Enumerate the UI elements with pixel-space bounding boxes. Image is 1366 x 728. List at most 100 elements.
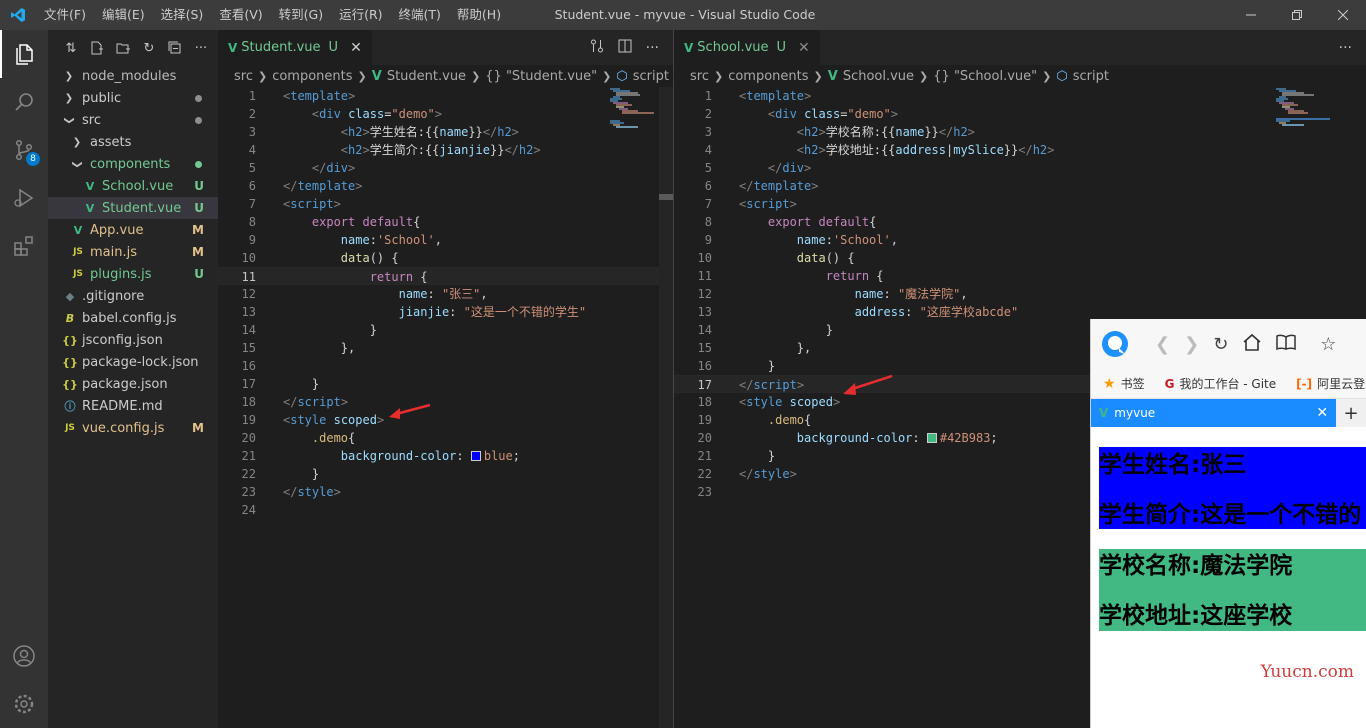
code-token: .demo bbox=[767, 413, 805, 427]
tree-folder-components[interactable]: ❯ components bbox=[48, 153, 218, 175]
more-actions-icon[interactable]: ··· bbox=[1339, 40, 1352, 56]
tree-file-app-vue[interactable]: V App.vue M bbox=[48, 219, 218, 241]
menu-edit[interactable]: 编辑(E) bbox=[94, 0, 153, 30]
js-file-icon: JS bbox=[73, 269, 83, 279]
browser-tab-myvue[interactable]: V myvue ✕ bbox=[1091, 399, 1337, 427]
code-token: "魔法学院" bbox=[897, 287, 961, 301]
new-tab-button[interactable]: + bbox=[1336, 399, 1366, 427]
split-editor-icon[interactable] bbox=[618, 39, 632, 57]
code-token: style bbox=[746, 395, 783, 409]
bookmark-item[interactable]: ★ 书签 bbox=[1103, 375, 1145, 392]
tree-file-plugins-js[interactable]: JS plugins.js U bbox=[48, 263, 218, 285]
close-tab-icon[interactable]: ✕ bbox=[798, 40, 810, 56]
tree-folder-src[interactable]: ❯ src bbox=[48, 109, 218, 131]
bookmark-label: 我的工作台 - Gite bbox=[1179, 377, 1277, 391]
color-swatch-icon[interactable] bbox=[470, 451, 481, 461]
tree-folder-assets[interactable]: ❯ assets bbox=[48, 131, 218, 153]
source-control-icon[interactable]: 8 bbox=[0, 126, 48, 174]
favorite-star-icon[interactable]: ☆ bbox=[1320, 334, 1336, 355]
close-window-button[interactable] bbox=[1320, 0, 1366, 30]
manage-gear-icon[interactable] bbox=[0, 680, 48, 728]
breadcrumb-item[interactable]: {} "Student.vue" bbox=[485, 69, 597, 84]
menu-help[interactable]: 帮助(H) bbox=[449, 0, 509, 30]
tree-folder-public[interactable]: ❯ public bbox=[48, 87, 218, 109]
title-bar: 文件(F) 编辑(E) 选择(S) 查看(V) 转到(G) 运行(R) 终端(T… bbox=[0, 0, 1366, 30]
more-actions-icon[interactable]: ··· bbox=[192, 39, 210, 57]
student-intro-heading: 学生简介:这是一个不错的 bbox=[1099, 502, 1362, 528]
code-token: h2 bbox=[518, 143, 534, 157]
breadcrumb-item[interactable]: script bbox=[1073, 69, 1109, 84]
chevron-down-icon: ❯ bbox=[71, 159, 83, 169]
run-debug-icon[interactable] bbox=[0, 174, 48, 222]
code-line: 15 }, bbox=[218, 339, 673, 357]
tree-file-babel-config[interactable]: B babel.config.js bbox=[48, 307, 218, 329]
tree-file-school-vue[interactable]: V School.vue U bbox=[48, 175, 218, 197]
editor-tabbar-left: V Student.vue U ✕ ··· bbox=[218, 30, 673, 65]
breadcrumb-item[interactable]: script bbox=[633, 69, 669, 84]
menu-bar: 文件(F) 编辑(E) 选择(S) 查看(V) 转到(G) 运行(R) 终端(T… bbox=[36, 0, 509, 30]
extensions-icon[interactable] bbox=[0, 222, 48, 270]
menu-selection[interactable]: 选择(S) bbox=[153, 0, 212, 30]
minimap-right[interactable] bbox=[1274, 87, 1334, 227]
back-icon[interactable]: ❮ bbox=[1155, 334, 1170, 355]
explorer-icon[interactable] bbox=[0, 30, 48, 78]
scrollbar-thumb[interactable] bbox=[659, 194, 673, 200]
tab-student-vue[interactable]: V Student.vue U ✕ bbox=[218, 30, 372, 65]
restore-button[interactable] bbox=[1274, 0, 1320, 30]
tree-file-vue-config[interactable]: JS vue.config.js M bbox=[48, 417, 218, 439]
bookmark-item[interactable]: G 我的工作台 - Gite bbox=[1165, 375, 1277, 392]
tree-file-main-js[interactable]: JS main.js M bbox=[48, 241, 218, 263]
code-line: 16 bbox=[218, 357, 673, 375]
bookmark-item[interactable]: [-] 阿里云登 bbox=[1296, 375, 1365, 392]
breadcrumb-item[interactable]: School.vue bbox=[843, 69, 914, 84]
menu-terminal[interactable]: 终端(T) bbox=[391, 0, 449, 30]
tree-file-package-lock[interactable]: {} package-lock.json bbox=[48, 351, 218, 373]
code-editor-left[interactable]: 1 <template> 2 <div class="demo"> 3 <h2>学… bbox=[218, 87, 673, 519]
collapse-all-icon[interactable] bbox=[166, 39, 184, 57]
menu-view[interactable]: 查看(V) bbox=[211, 0, 270, 30]
menu-go[interactable]: 转到(G) bbox=[271, 0, 331, 30]
home-icon[interactable] bbox=[1242, 333, 1262, 356]
code-token: export bbox=[767, 215, 812, 229]
breadcrumb-item[interactable]: components bbox=[728, 69, 808, 84]
menu-run[interactable]: 运行(R) bbox=[331, 0, 390, 30]
line-number: 3 bbox=[704, 125, 712, 139]
tree-file-package-json[interactable]: {} package.json bbox=[48, 373, 218, 395]
reload-icon[interactable]: ↻ bbox=[1213, 334, 1228, 355]
more-actions-icon[interactable]: ··· bbox=[646, 40, 659, 56]
new-folder-icon[interactable] bbox=[114, 39, 132, 57]
close-tab-icon[interactable]: ✕ bbox=[1316, 405, 1328, 421]
tree-folder-node-modules[interactable]: ❯ node_modules bbox=[48, 65, 218, 87]
breadcrumb-item[interactable]: src bbox=[690, 69, 709, 84]
breadcrumb-item[interactable]: src bbox=[234, 69, 253, 84]
refresh-icon[interactable]: ↻ bbox=[140, 39, 158, 57]
tree-file-jsconfig[interactable]: {} jsconfig.json bbox=[48, 329, 218, 351]
breadcrumb-left: src ❯ components ❯ V Student.vue ❯ {} "S… bbox=[218, 65, 673, 87]
reader-mode-icon[interactable] bbox=[1276, 334, 1297, 355]
forward-icon[interactable]: ❯ bbox=[1184, 334, 1199, 355]
code-token: address bbox=[895, 143, 946, 157]
tab-school-vue[interactable]: V School.vue U ✕ bbox=[674, 30, 820, 65]
code-token: div bbox=[326, 161, 349, 175]
git-status-badge: U bbox=[194, 267, 204, 281]
line-number: 8 bbox=[704, 215, 712, 229]
vertical-scrollbar-left[interactable] bbox=[659, 87, 673, 728]
code-token: data bbox=[796, 251, 826, 265]
color-swatch-icon[interactable] bbox=[926, 433, 937, 443]
tree-file-gitignore[interactable]: ◆ .gitignore bbox=[48, 285, 218, 307]
close-tab-icon[interactable]: ✕ bbox=[350, 40, 362, 56]
sort-icon[interactable]: ⇅ bbox=[62, 39, 80, 57]
tree-file-readme[interactable]: ⓘ README.md bbox=[48, 395, 218, 417]
breadcrumb-item[interactable]: {} "School.vue" bbox=[933, 69, 1037, 84]
browser-logo-icon bbox=[1101, 330, 1129, 358]
account-icon[interactable] bbox=[0, 632, 48, 680]
menu-file[interactable]: 文件(F) bbox=[36, 0, 94, 30]
new-file-icon[interactable] bbox=[88, 39, 106, 57]
breadcrumb-item[interactable]: Student.vue bbox=[387, 69, 466, 84]
minimize-button[interactable] bbox=[1228, 0, 1274, 30]
search-icon[interactable] bbox=[0, 78, 48, 126]
code-token: .demo bbox=[311, 431, 349, 445]
breadcrumb-item[interactable]: components bbox=[272, 69, 352, 84]
tree-file-student-vue[interactable]: V Student.vue U bbox=[48, 197, 218, 219]
open-changes-icon[interactable] bbox=[590, 39, 604, 57]
